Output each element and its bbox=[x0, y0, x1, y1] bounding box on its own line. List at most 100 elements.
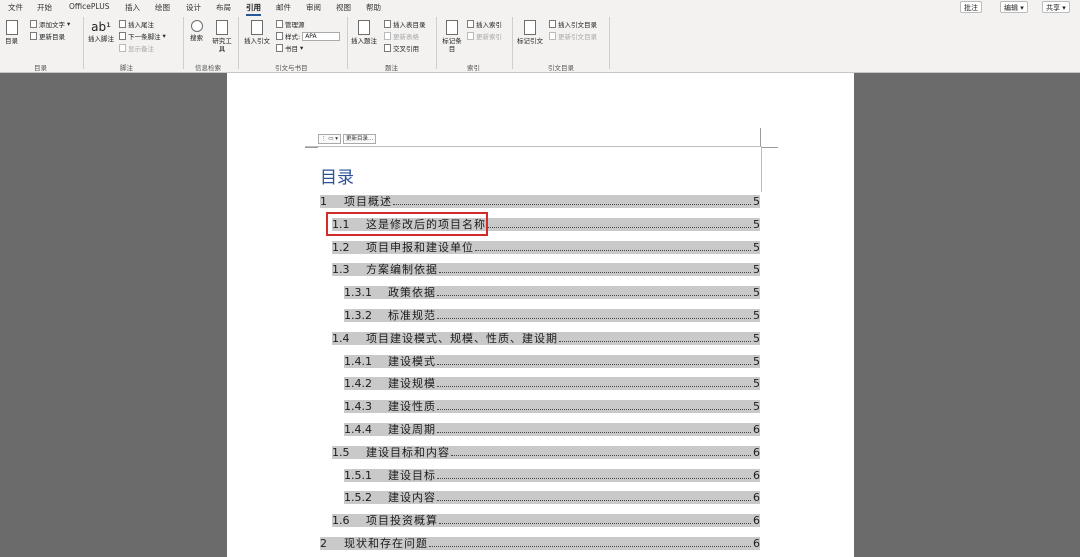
insert-index-button[interactable]: 插入索引 bbox=[467, 19, 502, 29]
crop-mark bbox=[762, 147, 778, 148]
researcher-label: 研究工具 bbox=[212, 37, 232, 53]
toc-entry-title: 建设性质 bbox=[388, 400, 436, 414]
mark-citation-button[interactable]: 标记引文 bbox=[517, 20, 543, 45]
toc-content-control-toolbar: ⋮ ▭ ▾ 更新目录... bbox=[318, 133, 377, 145]
toc-entry-title: 项目概述 bbox=[344, 195, 392, 208]
insert-endnote-button[interactable]: 插入尾注 bbox=[119, 19, 154, 29]
insert-index-label: 插入索引 bbox=[476, 21, 502, 29]
tab-file[interactable]: 文件 bbox=[8, 2, 23, 13]
toc-button-label: 目录 bbox=[5, 37, 18, 45]
update-table-button[interactable]: 更新表格 bbox=[384, 31, 419, 41]
toc-entry-leader bbox=[429, 537, 751, 547]
insert-footnote-label: 插入脚注 bbox=[88, 35, 114, 43]
next-footnote-button[interactable]: 下一条脚注 ▾ bbox=[119, 31, 166, 41]
toc-entry-leader bbox=[437, 469, 751, 479]
toc-entry-page: 6 bbox=[753, 537, 760, 550]
toc-entry-title: 项目投资概算 bbox=[366, 514, 438, 528]
researcher-button[interactable]: 研究工具 bbox=[212, 20, 232, 53]
toc-entry-page: 6 bbox=[753, 514, 760, 528]
tab-home[interactable]: 开始 bbox=[37, 2, 52, 13]
cross-reference-button[interactable]: 交叉引用 bbox=[384, 43, 419, 53]
toc-entry-title: 建设目标 bbox=[388, 468, 436, 482]
toc-entry[interactable]: 1.3.2 标准规范 5 bbox=[344, 309, 760, 322]
bibliography-icon bbox=[276, 44, 283, 52]
researcher-icon bbox=[216, 20, 228, 35]
style-selector[interactable]: 样式: APA bbox=[276, 31, 341, 41]
update-toc-button[interactable]: 更新目录 bbox=[30, 31, 65, 41]
toc-button[interactable]: 目录 bbox=[5, 20, 18, 45]
toc-entry-page: 6 bbox=[753, 468, 760, 482]
tab-insert[interactable]: 插入 bbox=[125, 2, 140, 13]
toc-entry[interactable]: 2 现状和存在问题 6 bbox=[320, 537, 760, 550]
toc-entry[interactable]: 1.3 方案编制依据 5 bbox=[332, 263, 760, 277]
manage-sources-button[interactable]: 管理源 bbox=[276, 19, 305, 29]
toc-entry[interactable]: 1.4.2 建设规模 5 bbox=[344, 377, 760, 391]
toc-entry[interactable]: 1.5.2 建设内容 6 bbox=[344, 491, 760, 505]
search-button[interactable]: 搜索 bbox=[190, 20, 203, 42]
highlight-annotation-box bbox=[326, 212, 488, 236]
toc-entry[interactable]: 1.4 项目建设模式、规模、性质、建设期 5 bbox=[332, 331, 760, 345]
toc-entry[interactable]: 1.4.3 建设性质 5 bbox=[344, 400, 760, 414]
mark-entry-label: 标记条目 bbox=[442, 37, 462, 53]
toc-entry[interactable]: 1.6 项目投资概算 6 bbox=[332, 514, 760, 528]
edit-button[interactable]: 编辑 ▾ bbox=[1000, 1, 1028, 13]
toc-entry[interactable]: 1 项目概述 5 bbox=[320, 195, 760, 208]
tab-help[interactable]: 帮助 bbox=[366, 2, 381, 13]
cross-reference-label: 交叉引用 bbox=[393, 45, 419, 53]
toc-entry-number: 1.4.4 bbox=[344, 423, 372, 436]
tab-view[interactable]: 视图 bbox=[336, 2, 351, 13]
bibliography-button[interactable]: 书目 ▾ bbox=[276, 43, 303, 53]
insert-citation-button[interactable]: 插入引文 bbox=[244, 20, 270, 45]
caption-icon bbox=[358, 20, 370, 35]
toc-menu-button[interactable]: ⋮ ▭ ▾ bbox=[318, 134, 341, 144]
toc-entry[interactable]: 1.5 建设目标和内容 6 bbox=[332, 445, 760, 459]
toc-entry-number: 1 bbox=[320, 195, 327, 208]
separator bbox=[436, 17, 437, 69]
update-toa-icon bbox=[549, 32, 556, 40]
update-index-button[interactable]: 更新索引 bbox=[467, 31, 502, 41]
update-toc-label: 更新目录 bbox=[39, 33, 65, 41]
citations-group-label: 引文与书目 bbox=[275, 64, 308, 72]
comment-button[interactable]: 批注 bbox=[960, 1, 982, 13]
toc-entry-page: 5 bbox=[753, 377, 760, 391]
separator bbox=[512, 17, 513, 69]
insert-caption-button[interactable]: 插入题注 bbox=[351, 20, 377, 45]
add-text-button[interactable]: 添加文字 ▾ bbox=[30, 19, 70, 29]
tab-layout[interactable]: 布局 bbox=[216, 2, 231, 13]
insert-footnote-button[interactable]: ab¹ 插入脚注 bbox=[88, 20, 114, 43]
style-combo[interactable]: APA bbox=[302, 31, 341, 41]
toc-entry-page: 5 bbox=[753, 400, 760, 414]
update-toa-button[interactable]: 更新引文目录 bbox=[549, 31, 597, 41]
toc-entry-number: 2 bbox=[320, 537, 327, 550]
mark-entry-button[interactable]: 标记条目 bbox=[442, 20, 462, 53]
cross-reference-icon bbox=[384, 44, 391, 52]
tab-mailings[interactable]: 邮件 bbox=[276, 2, 291, 13]
toc-entry[interactable]: 1.3.1 政策依据 5 bbox=[344, 286, 760, 300]
ribbon: 文件 开始 OfficePLUS 插入 绘图 设计 布局 引用 邮件 审阅 视图… bbox=[0, 0, 1080, 73]
update-index-label: 更新索引 bbox=[476, 33, 502, 41]
tab-officeplus[interactable]: OfficePLUS bbox=[69, 2, 109, 11]
toc-entry-title: 建设规模 bbox=[388, 377, 436, 391]
tab-design[interactable]: 设计 bbox=[186, 2, 201, 13]
next-footnote-icon bbox=[119, 32, 126, 40]
update-toa-label: 更新引文目录 bbox=[558, 33, 597, 41]
show-notes-button[interactable]: 显示备注 bbox=[119, 43, 154, 53]
toc-entry-page: 5 bbox=[753, 240, 760, 254]
tab-references[interactable]: 引用 bbox=[246, 2, 261, 16]
insert-toa-button[interactable]: 插入引文目录 bbox=[549, 19, 597, 29]
tab-review[interactable]: 审阅 bbox=[306, 2, 321, 13]
toc-entry[interactable]: 1.5.1 建设目标 6 bbox=[344, 468, 760, 482]
insert-citation-label: 插入引文 bbox=[244, 37, 270, 45]
toc-entry[interactable]: 1.4.4 建设周期 6 bbox=[344, 423, 760, 436]
manage-sources-icon bbox=[276, 20, 283, 28]
toc-entry[interactable]: 1.2 项目申报和建设单位 5 bbox=[332, 240, 760, 254]
toc-entry-number: 1.4.1 bbox=[344, 354, 372, 368]
toc-entry[interactable]: 1.4.1 建设模式 5 bbox=[344, 354, 760, 368]
tab-draw[interactable]: 绘图 bbox=[155, 2, 170, 13]
toc-entry-number: 1.5.1 bbox=[344, 468, 372, 482]
insert-tof-button[interactable]: 插入表目录 bbox=[384, 19, 426, 29]
share-button[interactable]: 共享 ▾ bbox=[1042, 1, 1070, 13]
toc-update-button[interactable]: 更新目录... bbox=[342, 134, 377, 144]
toc-entry-leader bbox=[439, 263, 751, 274]
toc-update-label: 更新目录... bbox=[345, 136, 374, 142]
